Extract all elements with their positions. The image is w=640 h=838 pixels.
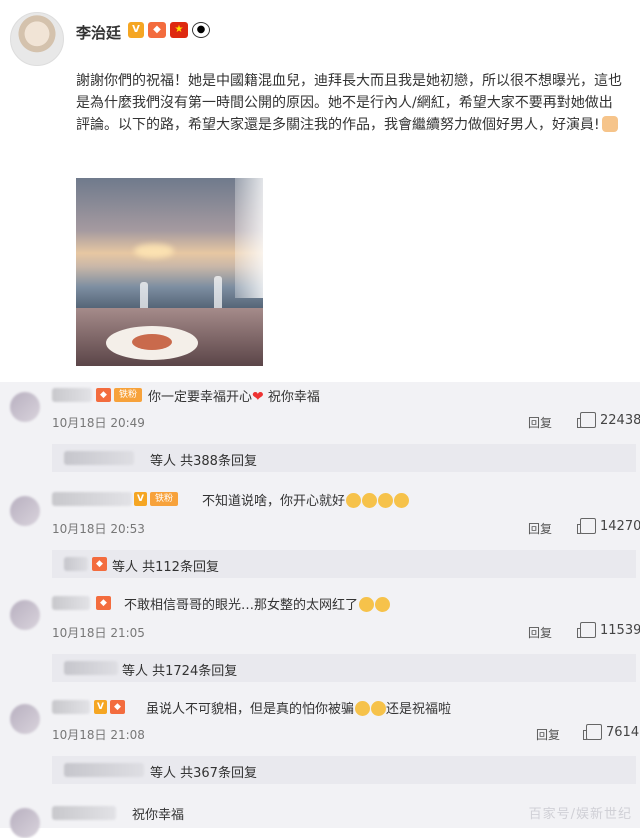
post-photo[interactable] — [76, 178, 263, 366]
v-badge-icon[interactable]: V — [94, 700, 107, 714]
strong-arm-emoji-icon — [601, 116, 618, 132]
post-text: 謝謝你們的祝福！她是中國籍混血兒，迪拜長大而且我是她初戀，所以很不想曝光，這也是… — [76, 73, 622, 133]
laugh-cry-emoji-icon — [355, 701, 371, 716]
vip-badge-icon[interactable]: ◆ — [96, 388, 111, 402]
like-count: 7614 — [606, 724, 640, 740]
thumbs-up-icon — [577, 412, 596, 428]
replier-names — [64, 557, 88, 571]
like-button[interactable]: 11539 — [577, 622, 640, 638]
author-badges: V ◆ ★ ● — [128, 22, 210, 38]
replies-link[interactable]: 等人 共1724条回复 — [52, 654, 636, 682]
replier-names — [64, 451, 134, 465]
post-body: 謝謝你們的祝福！她是中國籍混血兒，迪拜長大而且我是她初戀，所以很不想曝光，這也是… — [76, 70, 624, 136]
comment-text: 虽说人不可貌相，但是真的怕你被骗 还是祝福啦 — [146, 701, 452, 717]
replier-names — [64, 661, 118, 675]
like-count: 22438 — [600, 412, 640, 428]
commenter-name[interactable] — [52, 388, 92, 402]
commenter-avatar[interactable] — [10, 496, 40, 526]
comment-item: V ◆ 虽说人不可貌相，但是真的怕你被骗 还是祝福啦 10月18日 21:08 回… — [0, 694, 640, 794]
reply-button[interactable]: 回复 — [528, 414, 552, 431]
vip-badge-icon: ◆ — [92, 557, 107, 571]
vip-badge-icon[interactable]: ◆ — [148, 22, 166, 38]
dinner-plate — [106, 326, 198, 360]
reply-button[interactable]: 回复 — [528, 520, 552, 537]
commenter-avatar[interactable] — [10, 600, 40, 630]
china-flag-icon: ★ — [170, 22, 188, 38]
replies-summary: 等人 共367条回复 — [150, 766, 257, 781]
commenter-badges: V ◆ — [94, 700, 125, 714]
commenter-badges: ◆ — [96, 596, 111, 610]
commenter-name[interactable] — [52, 492, 132, 506]
reply-button[interactable]: 回复 — [528, 624, 552, 641]
crying-emoji-icon — [378, 493, 394, 508]
commenter-avatar[interactable] — [10, 704, 40, 734]
crying-emoji-icon — [346, 493, 362, 508]
crying-emoji-icon — [362, 493, 378, 508]
commenter-name[interactable] — [52, 806, 116, 820]
reply-button[interactable]: 回复 — [536, 726, 560, 743]
author-name[interactable]: 李治廷 — [76, 22, 121, 43]
comments-section: ◆ 铁粉 你一定要幸福开心❤ 祝你幸福 10月18日 20:49 回复 2243… — [0, 382, 640, 838]
replies-link[interactable]: 等人 共388条回复 — [52, 444, 636, 472]
sunset-glow — [134, 244, 174, 258]
replies-link[interactable]: ◆ 等人 共112条回复 — [52, 550, 636, 578]
commenter-badges: ◆ 铁粉 — [96, 388, 142, 402]
like-count: 14270 — [600, 518, 640, 534]
doge-emoji-icon — [375, 597, 391, 612]
replies-summary: 等人 共112条回复 — [112, 560, 219, 575]
commenter-name[interactable] — [52, 596, 90, 610]
comment-date: 10月18日 21:05 — [52, 626, 145, 640]
comment-date: 10月18日 21:08 — [52, 728, 145, 742]
commenter-name[interactable] — [52, 700, 90, 714]
comment-text: 不敢相信哥哥的眼光…那女整的太网红了 — [124, 594, 391, 613]
comment-item: ◆ 不敢相信哥哥的眼光…那女整的太网红了 10月18日 21:05 回复 115… — [0, 590, 640, 690]
vip-badge-icon[interactable]: ◆ — [110, 700, 125, 714]
replies-link[interactable]: 等人 共367条回复 — [52, 756, 636, 784]
doge-emoji-icon — [359, 597, 375, 612]
v-badge-icon[interactable]: V — [134, 492, 147, 506]
thumbs-up-icon — [577, 518, 596, 534]
comment-item: ◆ 铁粉 你一定要幸福开心❤ 祝你幸福 10月18日 20:49 回复 2243… — [0, 382, 640, 482]
thumbs-up-icon — [583, 724, 602, 740]
replies-summary: 等人 共388条回复 — [150, 454, 257, 469]
commenter-avatar[interactable] — [10, 808, 40, 838]
fan-badge: 铁粉 — [114, 388, 142, 402]
author-avatar[interactable] — [10, 12, 64, 66]
fan-badge: 铁粉 — [150, 492, 178, 506]
vip-badge-icon[interactable]: ◆ — [96, 596, 111, 610]
comment-item: V 铁粉 不知道说啥，你开心就好 10月18日 20:53 回复 14270 ◆… — [0, 486, 640, 586]
v-badge-icon[interactable]: V — [128, 22, 144, 38]
curtain — [235, 178, 263, 298]
laugh-cry-emoji-icon — [371, 701, 387, 716]
like-count: 11539 — [600, 622, 640, 638]
like-button[interactable]: 22438 — [577, 412, 640, 428]
comment-date: 10月18日 20:53 — [52, 522, 145, 536]
comment-text: 你一定要幸福开心❤ 祝你幸福 — [148, 389, 320, 405]
thumbs-up-icon — [577, 622, 596, 638]
heart-icon: ❤ — [252, 389, 264, 405]
commenter-badges: V 铁粉 — [134, 492, 178, 506]
weibo-post: 李治廷 V ◆ ★ ● 謝謝你們的祝福！她是中國籍混血兒，迪拜長大而且我是她初戀… — [0, 0, 640, 380]
panda-icon: ● — [192, 22, 210, 38]
commenter-avatar[interactable] — [10, 392, 40, 422]
comment-text: 祝你幸福 — [132, 808, 185, 823]
like-button[interactable]: 7614 — [583, 724, 640, 740]
comment-text: 不知道说啥，你开心就好 — [202, 490, 410, 509]
like-button[interactable]: 14270 — [577, 518, 640, 534]
watermark: 百家号/娱新世纪 — [528, 807, 632, 822]
replies-summary: 等人 共1724条回复 — [122, 664, 238, 679]
replier-names — [64, 763, 144, 777]
crying-emoji-icon — [394, 493, 410, 508]
comment-date: 10月18日 20:49 — [52, 416, 145, 430]
